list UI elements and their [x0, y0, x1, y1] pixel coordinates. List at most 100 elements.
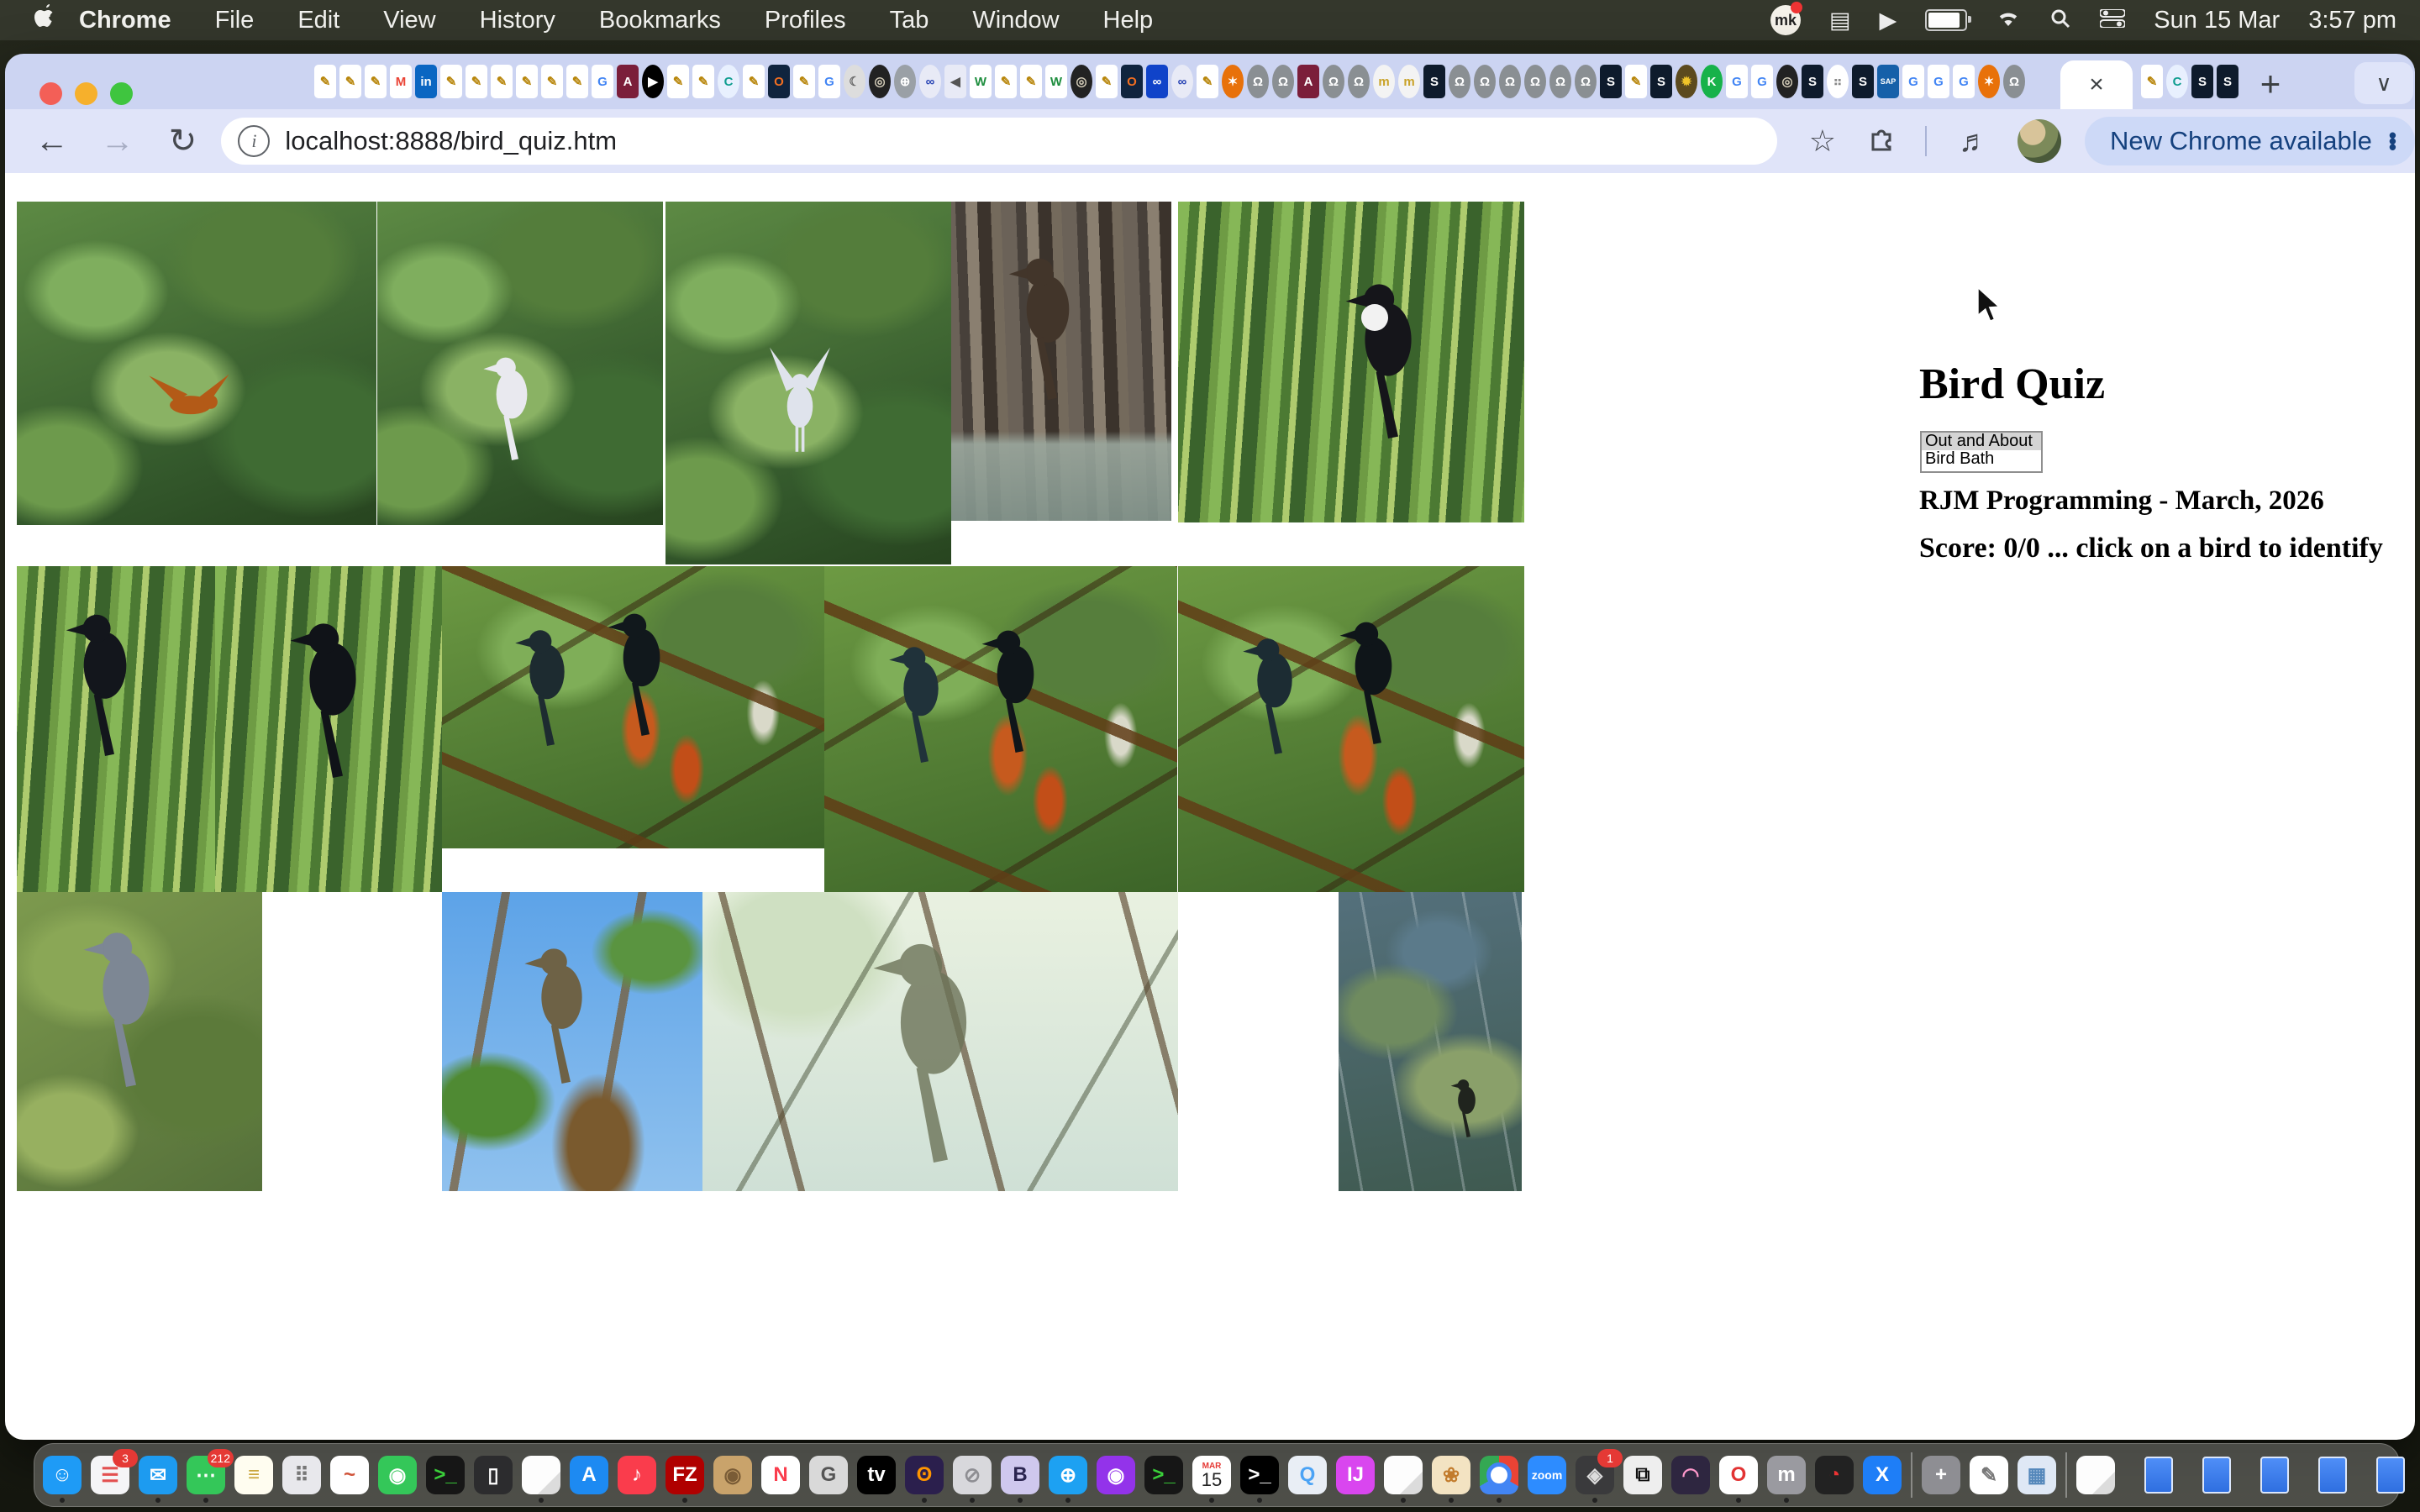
menu-item-help[interactable]: Help — [1081, 7, 1176, 34]
dock-textedit[interactable]: ✎ — [1970, 1456, 2008, 1494]
mode-listbox[interactable]: Out and About Bird Bath — [1920, 431, 2043, 473]
dock-photo-viewer[interactable]: ▦ — [2018, 1456, 2056, 1494]
chrome-menu-icon[interactable]: ••• — [2389, 133, 2396, 150]
media-controls-icon[interactable]: ♬ — [1959, 123, 1989, 159]
menu-item-view[interactable]: View — [361, 7, 457, 34]
pinned-tab-pen-favicon[interactable]: ✎ — [314, 65, 336, 98]
bird-image-12[interactable] — [442, 892, 702, 1191]
pinned-tab-target-favicon[interactable]: ◎ — [1071, 65, 1092, 98]
dock-notes[interactable]: ≡ — [234, 1456, 273, 1494]
pinned-tab-pen-favicon[interactable]: ✎ — [2141, 65, 2163, 98]
dock-finder[interactable]: ☺ — [43, 1456, 82, 1494]
pinned-tab-pen-favicon[interactable]: ✎ — [743, 65, 765, 98]
control-center-icon[interactable] — [2100, 9, 2125, 32]
pinned-tab-pen-favicon[interactable]: ✎ — [692, 65, 714, 98]
play-status-icon[interactable]: ▶ — [1880, 9, 1897, 32]
dock-messages[interactable]: ⋯212 — [187, 1456, 225, 1494]
dock-stickies-cat[interactable]: ◠ — [1671, 1456, 1710, 1494]
menu-item-history[interactable]: History — [458, 7, 577, 34]
dock-reminders[interactable]: ☰3 — [91, 1456, 129, 1494]
update-chrome-button[interactable]: New Chrome available ••• — [2085, 117, 2415, 165]
dock-milk-carton[interactable] — [2076, 1456, 2115, 1494]
dock-freeform[interactable]: ~ — [330, 1456, 369, 1494]
bird-image-2[interactable] — [377, 202, 663, 525]
dock-app-store[interactable]: A — [570, 1456, 608, 1494]
listbox-option-out-and-about[interactable]: Out and About — [1922, 433, 2041, 450]
pinned-tab-sap-favicon[interactable]: SAP — [1877, 65, 1899, 98]
dock-apple-tv[interactable]: tv — [857, 1456, 896, 1494]
bird-image-9[interactable] — [824, 566, 1177, 892]
pinned-tab-gorilla-favicon[interactable]: Ω — [1575, 65, 1597, 98]
dock-minimized-window[interactable] — [2202, 1457, 2231, 1494]
bird-image-6[interactable] — [17, 566, 215, 892]
reload-button[interactable]: ↻ — [165, 122, 202, 160]
bird-image-14[interactable] — [1339, 892, 1522, 1191]
dock-chrome[interactable] — [1480, 1456, 1518, 1494]
bird-image-1[interactable] — [17, 202, 376, 525]
pinned-tab-pen-favicon[interactable]: ✎ — [1096, 65, 1118, 98]
dock-document[interactable] — [522, 1456, 560, 1494]
bird-image-11[interactable] — [17, 892, 262, 1191]
pinned-tab-google-favicon[interactable]: G — [1726, 65, 1748, 98]
pinned-tab-pen-favicon[interactable]: ✎ — [339, 65, 361, 98]
pinned-tab-gorilla-favicon[interactable]: Ω — [1524, 65, 1546, 98]
pinned-tab-target-favicon[interactable]: ◎ — [1776, 65, 1798, 98]
dock-zoom[interactable]: zoom — [1528, 1456, 1566, 1494]
spotlight-search-icon[interactable] — [2049, 8, 2071, 34]
dock-intellij[interactable]: IJ — [1336, 1456, 1375, 1494]
back-button[interactable]: ← — [34, 123, 71, 160]
pinned-tab-abc-favicon[interactable]: ∞ — [1171, 65, 1193, 98]
bird-image-10[interactable] — [1178, 566, 1524, 892]
pinned-tab-pen-favicon[interactable]: ✎ — [793, 65, 815, 98]
pinned-tab-gorilla-favicon[interactable]: Ω — [1449, 65, 1470, 98]
bird-image-4[interactable] — [951, 202, 1171, 521]
dock-mail[interactable]: ✉ — [139, 1456, 177, 1494]
pinned-tab-pen-favicon[interactable]: ✎ — [1197, 65, 1218, 98]
dock-opera[interactable]: O — [1719, 1456, 1758, 1494]
pinned-tab-pen-favicon[interactable]: ✎ — [466, 65, 487, 98]
pinned-tab-cteal-favicon[interactable]: C — [718, 65, 739, 98]
pinned-tab-google-favicon[interactable]: G — [1902, 65, 1924, 98]
pinned-tab-orangefire-favicon[interactable]: ✶ — [1222, 65, 1244, 98]
pinned-tab-wgreen-favicon[interactable]: W — [970, 65, 992, 98]
pinned-tab-pen-favicon[interactable]: ✎ — [1020, 65, 1042, 98]
app-status-icon[interactable]: mk — [1770, 5, 1801, 35]
window-widget-icon[interactable]: ▤ — [1829, 9, 1851, 32]
pinned-tab-play-favicon[interactable]: ▶ — [642, 65, 664, 98]
pinned-tab-navyo-favicon[interactable]: O — [768, 65, 790, 98]
dock-safari[interactable]: ⊕ — [1049, 1456, 1087, 1494]
tab-search-button[interactable]: ∨ — [2354, 62, 2413, 104]
dock-facetime[interactable]: ◉ — [378, 1456, 417, 1494]
menu-item-file[interactable]: File — [193, 7, 276, 34]
pinned-tab-gorilla-favicon[interactable]: Ω — [1474, 65, 1496, 98]
pinned-tab-mgold-favicon[interactable]: m — [1398, 65, 1420, 98]
pinned-tab-sdark-favicon[interactable]: S — [1852, 65, 1874, 98]
site-info-icon[interactable]: i — [238, 125, 270, 157]
pinned-tab-mgold-favicon[interactable]: m — [1373, 65, 1395, 98]
pinned-tab-cteal-favicon[interactable]: C — [2166, 65, 2188, 98]
pinned-tab-google-favicon[interactable]: G — [1751, 65, 1773, 98]
pinned-tab-google-favicon[interactable]: G — [818, 65, 840, 98]
pinned-tab-google-favicon[interactable]: G — [1928, 65, 1949, 98]
pinned-tab-afl-favicon[interactable]: A — [1297, 65, 1319, 98]
menu-item-chrome[interactable]: Chrome — [54, 7, 193, 34]
dock-terminal-exec-2[interactable]: >_ — [1144, 1456, 1183, 1494]
forward-button[interactable]: → — [99, 123, 136, 160]
pinned-tab-hawthorn-favicon[interactable]: ✹ — [1676, 65, 1697, 98]
pinned-tab-gorilla-favicon[interactable]: Ω — [1272, 65, 1294, 98]
pinned-tab-pen-favicon[interactable]: ✎ — [516, 65, 538, 98]
pinned-tab-kgreen-favicon[interactable]: K — [1701, 65, 1723, 98]
dock-launchpad[interactable]: ⠿ — [282, 1456, 321, 1494]
pinned-tab-gorilla-favicon[interactable]: Ω — [2003, 65, 2025, 98]
dock-minimized-window[interactable] — [2260, 1457, 2289, 1494]
menu-item-window[interactable]: Window — [950, 7, 1081, 34]
pinned-tab-google-favicon[interactable]: G — [1953, 65, 1975, 98]
menu-clock-time[interactable]: 3:57 pm — [2308, 7, 2396, 34]
pinned-tab-wgreen-favicon[interactable]: W — [1045, 65, 1067, 98]
bird-image-3[interactable] — [666, 202, 951, 564]
pinned-tab-gorilla-favicon[interactable]: Ω — [1247, 65, 1269, 98]
pinned-tab-sdark-favicon[interactable]: S — [2217, 65, 2238, 98]
dock-filezilla[interactable]: FZ — [666, 1456, 704, 1494]
dock-bbedit[interactable]: B — [1001, 1456, 1039, 1494]
dock-minimized-window[interactable] — [2376, 1457, 2405, 1494]
